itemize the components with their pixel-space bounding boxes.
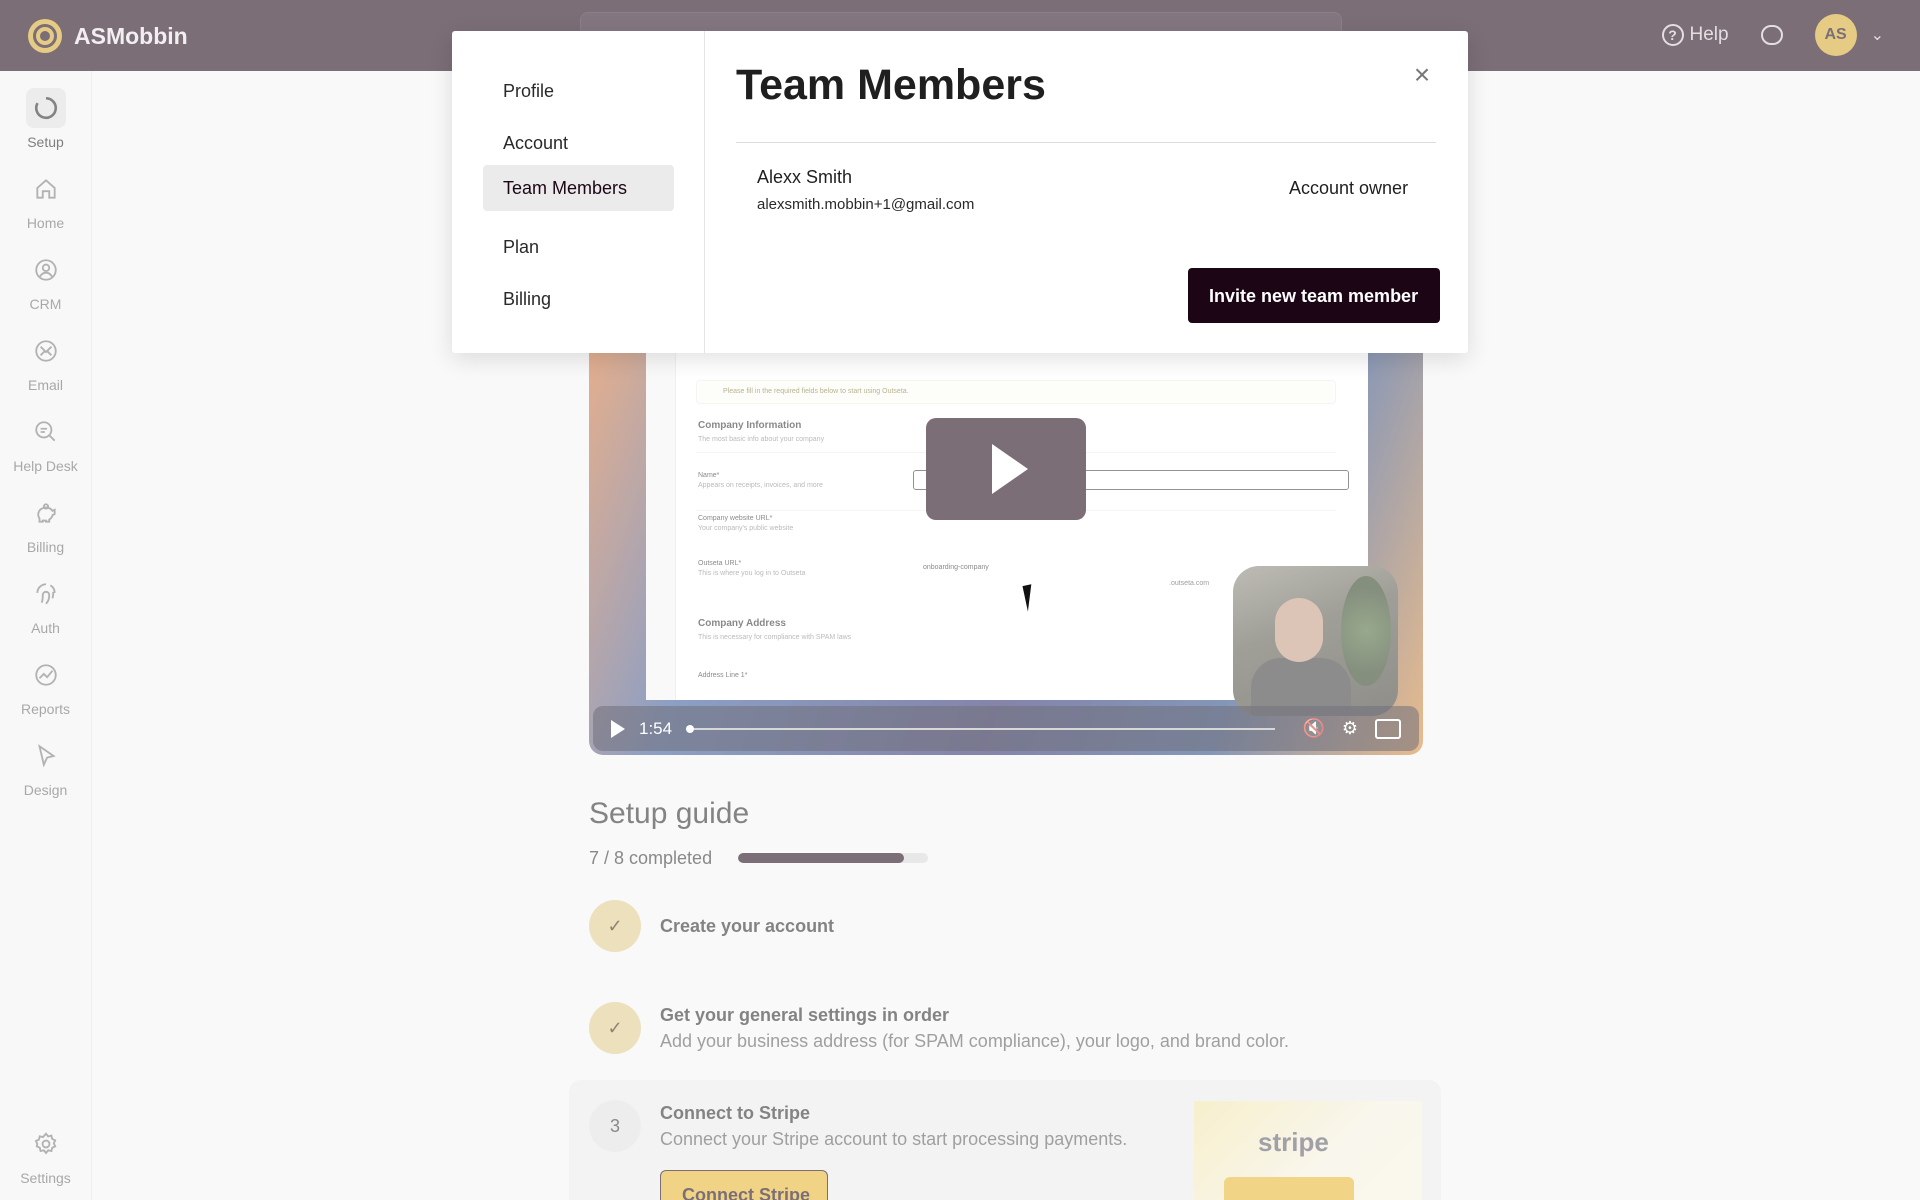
modal-divider	[736, 142, 1436, 143]
settings-nav-billing[interactable]: Billing	[483, 276, 674, 322]
settings-nav-profile[interactable]: Profile	[483, 68, 674, 114]
modal-title: Team Members	[736, 61, 1046, 109]
settings-nav-plan[interactable]: Plan	[483, 224, 674, 270]
settings-nav: Profile Account Team Members Plan Billin…	[452, 31, 705, 353]
settings-modal: Profile Account Team Members Plan Billin…	[452, 31, 1468, 353]
invite-team-member-button[interactable]: Invite new team member	[1188, 268, 1440, 323]
member-name: Alexx Smith	[757, 167, 853, 187]
member-email: alexsmith.mobbin+1@gmail.com	[757, 196, 975, 213]
settings-nav-account[interactable]: Account	[483, 120, 674, 166]
settings-nav-team-members[interactable]: Team Members	[483, 165, 674, 211]
close-icon[interactable]: ×	[1407, 61, 1437, 91]
member-role: Account owner	[1289, 178, 1409, 198]
